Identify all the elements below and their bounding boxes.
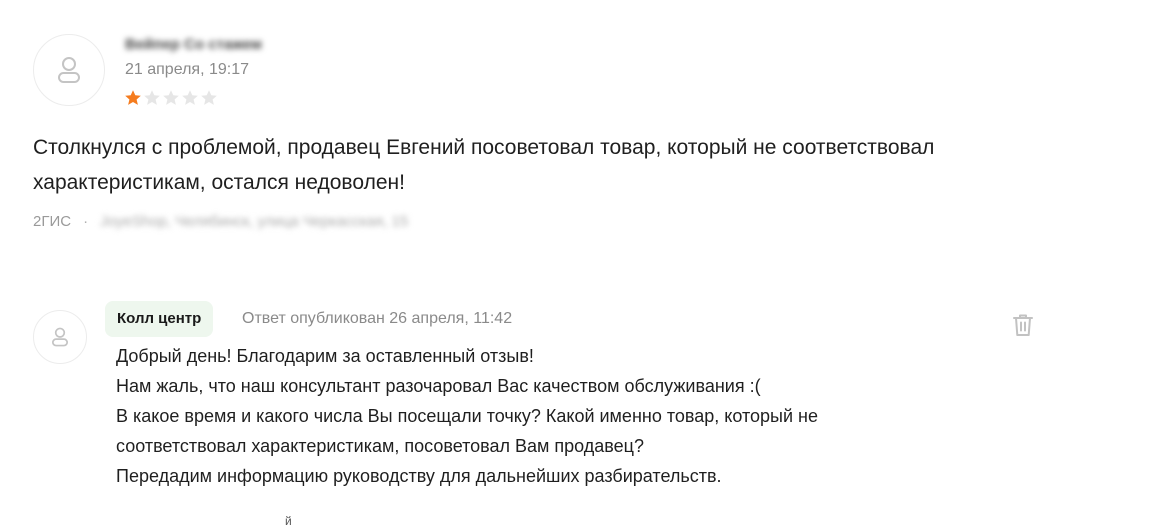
user-placeholder-icon: [58, 57, 80, 83]
reply-line: соответствовал характеристикам, посовето…: [116, 436, 645, 456]
rating-stars: [124, 89, 218, 107]
reply-line: Нам жаль, что наш консультант разочарова…: [116, 376, 761, 396]
star-empty-icon: [144, 90, 160, 105]
reply-author-badge: Колл центр: [105, 301, 214, 337]
review-text: Столкнулся с проблемой, продавец Евгений…: [33, 130, 1123, 200]
review-text-line: характеристикам, остался недоволен!: [33, 171, 405, 194]
reply-text: Добрый день! Благодарим за оставленный о…: [116, 341, 996, 491]
source-separator: ·: [83, 213, 89, 230]
trash-icon[interactable]: [1010, 312, 1036, 338]
star-empty-icon: [163, 90, 179, 105]
user-placeholder-icon: [52, 327, 68, 347]
review-source: 2ГИС · JoyeShop, Челябинск, улица Черкас…: [33, 213, 408, 230]
reviewer-avatar: [33, 34, 105, 106]
reviewer-name[interactable]: Вейпер Со стажем: [125, 36, 262, 53]
reply-published-date: Ответ опубликован 26 апреля, 11:42: [242, 310, 513, 327]
review-date: 21 апреля, 19:17: [125, 61, 249, 78]
reply-avatar: [33, 310, 87, 364]
reply-line: Передадим информацию руководству для дал…: [116, 466, 722, 486]
source-address[interactable]: JoyeShop, Челябинск, улица Черкасская, 1…: [100, 213, 408, 230]
source-name: 2ГИС: [33, 213, 72, 230]
star-filled-icon: [125, 90, 141, 105]
reply-line: Добрый день! Благодарим за оставленный о…: [116, 346, 534, 366]
star-empty-icon: [201, 90, 217, 105]
reply-line: В какое время и какого числа Вы посещали…: [116, 406, 818, 426]
cutoff-text: й: [285, 514, 292, 528]
star-empty-icon: [182, 90, 198, 105]
review-text-line: Столкнулся с проблемой, продавец Евгений…: [33, 136, 935, 159]
